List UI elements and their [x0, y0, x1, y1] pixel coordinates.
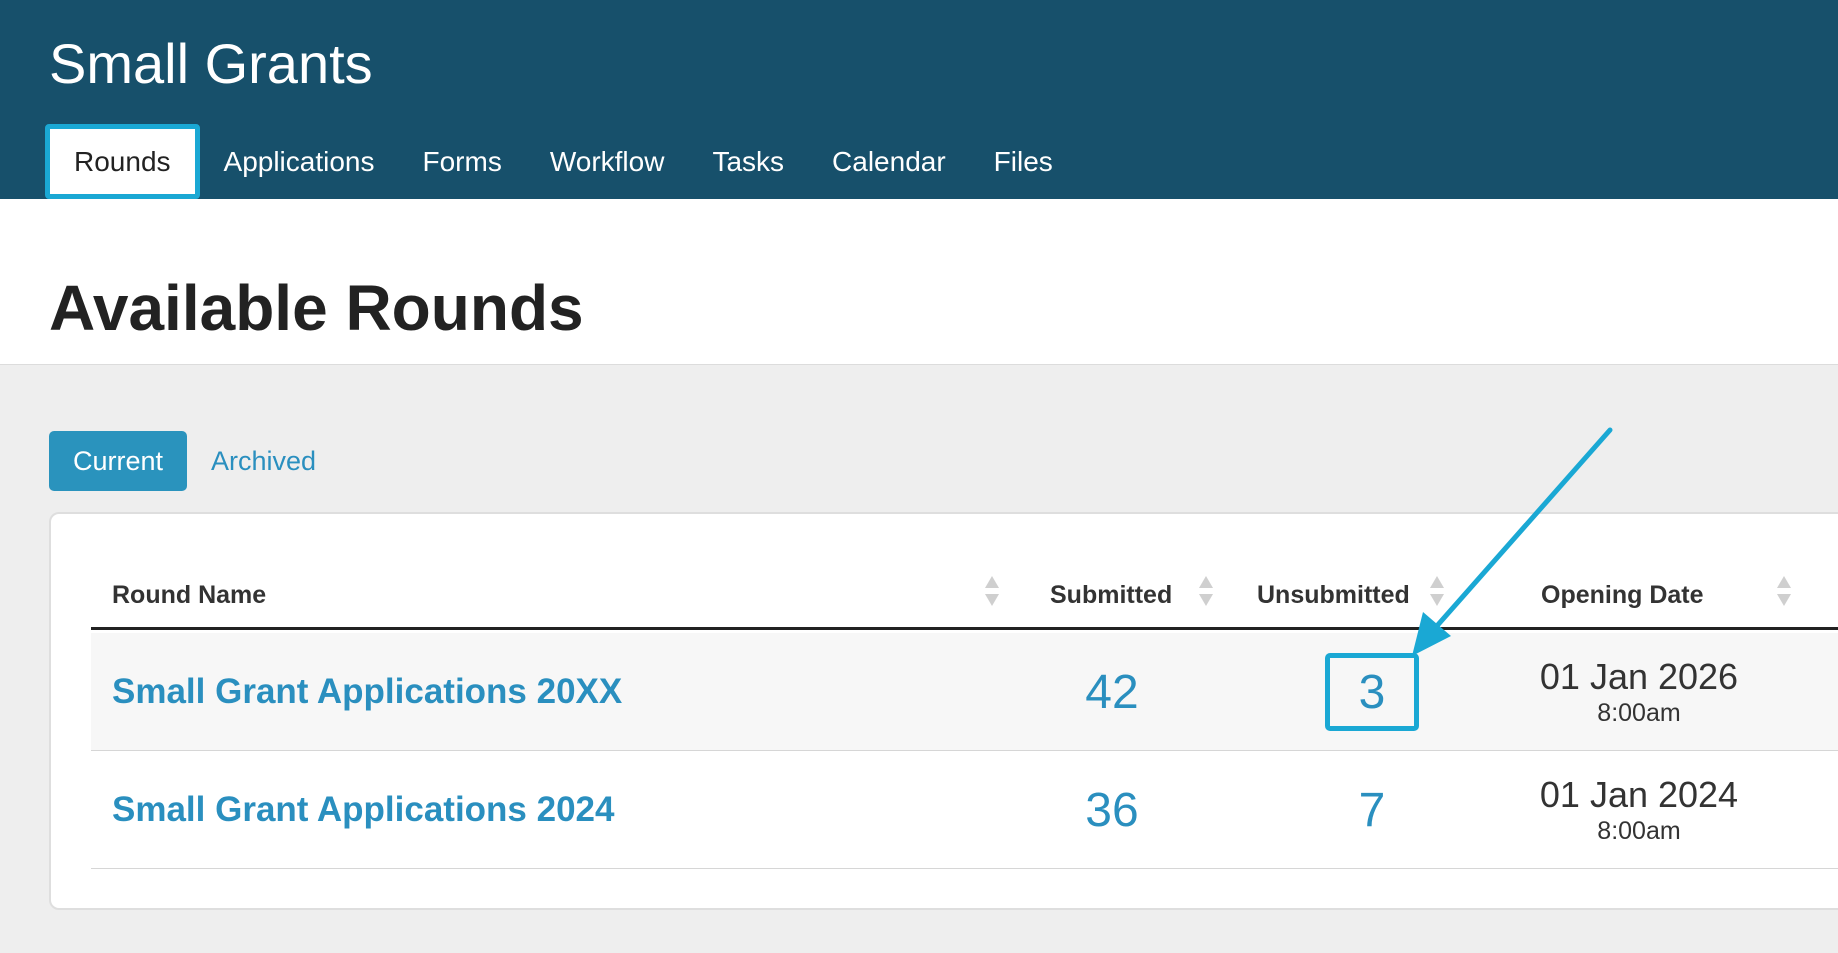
opening-date: 01 Jan 2026	[1539, 656, 1739, 698]
nav-tab-workflow[interactable]: Workflow	[526, 124, 689, 199]
nav-tab-applications[interactable]: Applications	[200, 124, 399, 199]
table-row: Small Grant Applications 2024 36 7 01 Ja…	[91, 751, 1838, 869]
sort-icon[interactable]	[985, 574, 999, 614]
main-nav: Rounds Applications Forms Workflow Tasks…	[45, 124, 1077, 199]
nav-tab-tasks[interactable]: Tasks	[688, 124, 808, 199]
sort-icon[interactable]	[1199, 574, 1213, 614]
round-filter-tabs: Current Archived	[49, 431, 340, 491]
column-header-round-name[interactable]: Round Name	[112, 560, 266, 630]
submitted-count[interactable]: 36	[1047, 751, 1177, 869]
opening-time: 8:00am	[1597, 698, 1681, 727]
tab-archived[interactable]: Archived	[187, 431, 340, 491]
sort-icon[interactable]	[1777, 574, 1791, 614]
tab-current[interactable]: Current	[49, 431, 188, 491]
nav-tab-calendar[interactable]: Calendar	[808, 124, 970, 199]
submitted-count[interactable]: 42	[1047, 633, 1177, 751]
highlight-box: 3	[1325, 653, 1419, 731]
nav-tab-files[interactable]: Files	[970, 124, 1077, 199]
column-header-submitted[interactable]: Submitted	[1050, 560, 1172, 630]
opening-date: 01 Jan 2024	[1539, 774, 1739, 816]
app-title: Small Grants	[49, 32, 373, 95]
nav-tab-rounds[interactable]: Rounds	[45, 124, 200, 199]
opening-time: 8:00am	[1597, 816, 1681, 845]
column-header-opening-date[interactable]: Opening Date	[1541, 560, 1704, 630]
opening-date-cell: 01 Jan 2024 8:00am	[1489, 751, 1789, 869]
table-row: Small Grant Applications 20XX 42 3 01 Ja…	[91, 633, 1838, 751]
round-name-link[interactable]: Small Grant Applications 2024	[112, 751, 614, 869]
page-title: Available Rounds	[49, 272, 584, 344]
opening-date-cell: 01 Jan 2026 8:00am	[1489, 633, 1789, 751]
column-header-unsubmitted[interactable]: Unsubmitted	[1257, 560, 1410, 630]
nav-tab-forms[interactable]: Forms	[399, 124, 526, 199]
page-header: Available Rounds	[0, 199, 1838, 365]
app-header: Small Grants Rounds Applications Forms W…	[0, 0, 1838, 199]
round-name-link[interactable]: Small Grant Applications 20XX	[112, 633, 622, 751]
table-header: Round Name Submitted Unsubmitted Opening…	[91, 560, 1838, 630]
unsubmitted-count[interactable]: 7	[1307, 751, 1437, 869]
sort-icon[interactable]	[1430, 574, 1444, 614]
unsubmitted-count-highlighted[interactable]: 3	[1307, 633, 1437, 751]
